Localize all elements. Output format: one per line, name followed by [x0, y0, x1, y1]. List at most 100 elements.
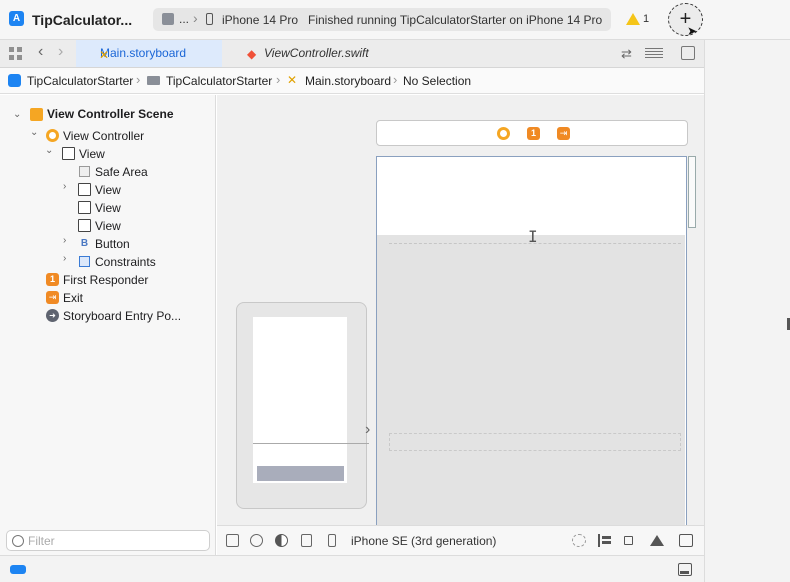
- disclosure-expanded-icon[interactable]: ⌄: [13, 109, 21, 120]
- view-icon: [78, 201, 91, 214]
- accessibility-icon[interactable]: [250, 534, 263, 547]
- build-status: Finished running TipCalculatorStarter on…: [308, 13, 603, 27]
- outline-item-exit[interactable]: Exit: [63, 289, 83, 307]
- outline-item-view[interactable]: View: [95, 217, 121, 235]
- back-chevron-icon[interactable]: ‹: [38, 43, 43, 61]
- filter-icon: [12, 535, 24, 547]
- inspector-area: [704, 40, 790, 582]
- view-controller-icon[interactable]: [497, 127, 510, 140]
- outline-item-view[interactable]: View: [95, 199, 121, 217]
- run-destination[interactable]: iPhone 14 Pro: [222, 13, 298, 27]
- warning-icon[interactable]: [626, 13, 640, 25]
- outline-item-first-responder[interactable]: First Responder: [63, 271, 148, 289]
- exit-icon[interactable]: ⇥: [557, 127, 570, 140]
- document-outline: ⌄ View Controller Scene ⌄ View Controlle…: [0, 95, 216, 525]
- outline-item-view[interactable]: View: [79, 145, 105, 163]
- first-responder-icon: 1: [46, 273, 59, 286]
- chevron-right-icon: ›: [136, 72, 141, 87]
- folder-icon: [147, 76, 160, 85]
- breadcrumb-group[interactable]: TipCalculatorStarter: [166, 74, 272, 88]
- project-icon: [8, 74, 21, 87]
- device-config-label[interactable]: iPhone SE (3rd generation): [351, 534, 496, 548]
- swap-arrows-icon[interactable]: ⇄: [621, 46, 632, 62]
- scheme-selector[interactable]: ...: [179, 12, 189, 26]
- editor-tab-bar: ‹ › Main.storyboard ✕ ViewController.swi…: [0, 40, 704, 68]
- first-responder-icon[interactable]: 1: [527, 127, 540, 140]
- chevron-right-icon: ›: [393, 72, 398, 87]
- scene-dock[interactable]: 1 ⇥: [376, 120, 688, 146]
- debug-status-bar: [0, 555, 704, 582]
- scroll-thumb[interactable]: [688, 156, 696, 228]
- embed-in-icon[interactable]: [679, 534, 693, 547]
- storyboard-icon: ✕: [99, 48, 110, 62]
- container-view[interactable]: [377, 235, 685, 525]
- text-cursor-icon: I: [528, 227, 538, 246]
- orientation-icon[interactable]: [301, 534, 312, 547]
- scheme-icon[interactable]: [162, 13, 174, 25]
- filter-input[interactable]: [28, 533, 203, 548]
- outline-item-view[interactable]: View: [95, 181, 121, 199]
- disclosure-expanded-icon[interactable]: ⌄: [30, 127, 38, 138]
- entry-point-icon: ➜: [46, 309, 59, 322]
- outline-item-safe-area[interactable]: Safe Area: [95, 163, 148, 181]
- tab-main-storyboard[interactable]: Main.storyboard: [76, 40, 222, 67]
- resolve-issues-icon[interactable]: [650, 535, 664, 546]
- breadcrumb-file[interactable]: Main.storyboard: [305, 74, 391, 88]
- breakpoints-toggle-icon[interactable]: [10, 565, 26, 574]
- swift-icon: ◆: [247, 47, 257, 61]
- chevron-right-icon: ›: [193, 10, 198, 26]
- minimap-viewport: [253, 443, 369, 444]
- window-title: TipCalculator...: [32, 12, 133, 28]
- chevron-right-icon: ›: [276, 72, 281, 87]
- toolbar: A TipCalculator... ... › iPhone 14 Pro F…: [0, 0, 790, 40]
- iphone-icon: [206, 13, 213, 25]
- debug-area-toggle-icon[interactable]: [678, 563, 692, 576]
- scene-minimap[interactable]: [236, 302, 369, 509]
- scene-icon: [30, 108, 43, 121]
- scheme-status-bar[interactable]: ... › iPhone 14 Pro Finished running Tip…: [153, 8, 611, 31]
- disclosure-expanded-icon[interactable]: ⌄: [45, 145, 53, 156]
- add-editor-icon[interactable]: [681, 46, 695, 60]
- view-controller-scene[interactable]: I: [376, 156, 687, 525]
- exit-icon: ⇥: [46, 291, 59, 304]
- outline-item-entry-point[interactable]: Storyboard Entry Po...: [63, 307, 181, 325]
- warning-count[interactable]: 1: [643, 13, 649, 25]
- outline-filter-bar: [0, 525, 216, 555]
- toggle-outline-icon[interactable]: [226, 534, 239, 547]
- breadcrumb: TipCalculatorStarter › TipCalculatorStar…: [0, 68, 704, 94]
- xcode-project-icon: A: [9, 11, 24, 26]
- tab-viewcontroller-swift[interactable]: ViewController.swift: [222, 40, 382, 67]
- storyboard-canvas[interactable]: 1 ⇥ I ›: [217, 95, 704, 525]
- disclosure-collapsed-icon[interactable]: ›: [63, 235, 66, 246]
- minimap-screen: [253, 317, 369, 483]
- forward-chevron-icon[interactable]: ›: [58, 43, 63, 61]
- disclosure-collapsed-icon[interactable]: ›: [63, 181, 66, 192]
- breadcrumb-selection[interactable]: No Selection: [403, 74, 471, 88]
- editor-options-icon[interactable]: [645, 48, 663, 59]
- view-controller-icon: [46, 129, 59, 142]
- layout-guide: [389, 433, 681, 451]
- constraints-icon: [79, 256, 90, 267]
- add-constraints-icon[interactable]: [624, 536, 633, 545]
- canvas-bottom-bar: iPhone SE (3rd generation): [217, 525, 704, 555]
- iphone-icon[interactable]: [328, 534, 336, 547]
- outline-item-constraints[interactable]: Constraints: [95, 253, 156, 271]
- breadcrumb-project[interactable]: TipCalculatorStarter: [27, 74, 133, 88]
- outline-item-view-controller[interactable]: View Controller: [63, 127, 144, 145]
- view-icon: [62, 147, 75, 160]
- safe-area-icon: [79, 166, 90, 177]
- related-items-grid-icon[interactable]: [9, 47, 22, 60]
- align-icon[interactable]: [598, 534, 612, 547]
- appearance-icon[interactable]: [275, 534, 288, 547]
- disclosure-collapsed-icon[interactable]: ›: [63, 253, 66, 264]
- button-icon: B: [80, 238, 89, 249]
- minimap-button: [257, 466, 344, 481]
- xcode-window: A TipCalculator... ... › iPhone 14 Pro F…: [0, 0, 790, 582]
- outline-item-button[interactable]: Button: [95, 235, 130, 253]
- filter-field[interactable]: [6, 530, 210, 551]
- update-frames-icon[interactable]: [572, 534, 586, 547]
- outline-item-scene[interactable]: View Controller Scene: [47, 105, 174, 123]
- add-library-button[interactable]: +: [668, 3, 703, 36]
- view-icon: [78, 183, 91, 196]
- mouse-pointer-icon: ➤: [687, 24, 698, 38]
